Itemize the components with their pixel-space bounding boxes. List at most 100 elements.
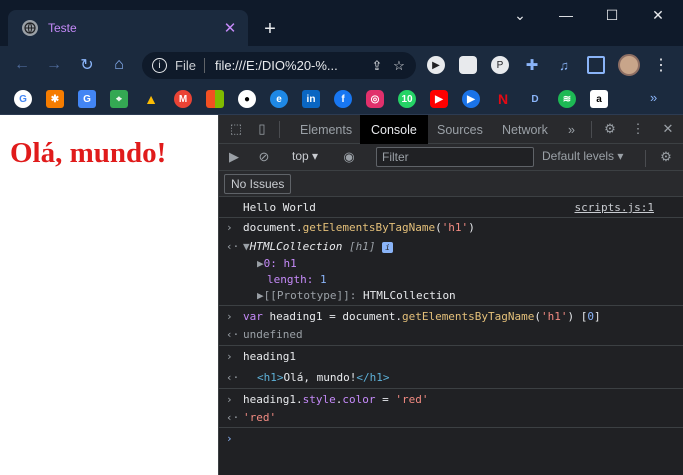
instagram-bookmark-icon[interactable]: ◎ bbox=[366, 90, 384, 108]
input-chevron-icon: › bbox=[226, 393, 233, 406]
log-message: Hello World bbox=[243, 201, 316, 214]
issues-button[interactable]: No Issues bbox=[224, 174, 292, 194]
maps-bookmark-icon[interactable]: ⌖ bbox=[110, 90, 128, 108]
extension-icon[interactable] bbox=[459, 56, 477, 74]
microsoft-bookmark-icon[interactable] bbox=[206, 90, 224, 108]
page-viewport: Olá, mundo! bbox=[0, 115, 218, 475]
tab-elements[interactable]: Elements bbox=[289, 115, 363, 144]
console-result-row: ‹· ▼HTMLCollection [h1] i ▶0: h1 length:… bbox=[219, 238, 683, 306]
disney-bookmark-icon[interactable]: D bbox=[526, 90, 544, 108]
tab-network[interactable]: Network bbox=[491, 115, 559, 144]
console-input-row: › heading1 bbox=[219, 347, 683, 367]
console-result-row: ‹· undefined bbox=[219, 326, 683, 346]
tango-bookmark-icon[interactable]: ✱ bbox=[46, 90, 64, 108]
browser-toolbar: ← → ↻ ⌂ i File file:///E:/DIO%20-%... ⇪ … bbox=[0, 46, 683, 84]
input-chevron-icon: › bbox=[226, 221, 233, 234]
bookmark-star-icon[interactable]: ☆ bbox=[388, 55, 410, 77]
pinterest-extension-icon[interactable]: P bbox=[491, 56, 509, 74]
share-icon[interactable]: ⇪ bbox=[366, 55, 388, 77]
linkedin-bookmark-icon[interactable]: in bbox=[302, 90, 320, 108]
forward-icon[interactable]: → bbox=[42, 53, 66, 77]
result-arrow-icon: ‹· bbox=[226, 411, 240, 424]
globe-icon bbox=[22, 20, 38, 36]
more-tabs-icon[interactable]: » bbox=[557, 115, 586, 144]
divider bbox=[279, 121, 280, 138]
console-input-row: › heading1.style.color = 'red' bbox=[219, 390, 683, 409]
facebook-bookmark-icon[interactable]: f bbox=[334, 90, 352, 108]
collection-summary[interactable]: ▼HTMLCollection [h1] i bbox=[243, 240, 394, 253]
filter-input[interactable]: Filter bbox=[376, 147, 534, 167]
context-selector[interactable]: top ▾ bbox=[292, 149, 318, 163]
console-input-row: › document.getElementsByTagName('h1') bbox=[219, 218, 683, 238]
command-text: document.getElementsByTagName('h1') bbox=[243, 221, 475, 234]
divider bbox=[591, 121, 592, 138]
scheme-label: File bbox=[175, 58, 205, 73]
tab-title: Teste bbox=[48, 21, 77, 35]
info-icon[interactable]: i bbox=[152, 58, 167, 73]
log-source-link[interactable]: scripts.js:1 bbox=[575, 201, 654, 214]
result-value: undefined bbox=[243, 328, 303, 341]
title-bar: Teste ✕ + ⌄ — ☐ ✕ bbox=[0, 0, 683, 46]
close-window-button[interactable]: ✕ bbox=[638, 4, 678, 26]
console-log-row: Hello World scripts.js:1 bbox=[219, 197, 683, 218]
console-input-row: › var heading1 = document.getElementsByT… bbox=[219, 307, 683, 326]
address-bar[interactable]: i File file:///E:/DIO%20-%... ⇪ ☆ bbox=[142, 52, 416, 79]
result-arrow-icon: ‹· bbox=[226, 240, 240, 253]
tab-sources[interactable]: Sources bbox=[426, 115, 494, 144]
eye-icon[interactable]: ◉ bbox=[340, 148, 358, 166]
github-bookmark-icon[interactable]: ● bbox=[238, 90, 256, 108]
sidebar-toggle-icon[interactable]: ▶ bbox=[225, 148, 243, 166]
more-bookmarks-icon[interactable]: » bbox=[650, 90, 657, 105]
devtools-panel: ⬚ ▯ Elements Console Sources Network » ⚙… bbox=[218, 115, 683, 475]
inspect-element-icon[interactable]: ⬚ bbox=[227, 120, 245, 138]
element-node[interactable]: <h1>Olá, mundo!</h1> bbox=[257, 371, 389, 384]
whatsapp-bookmark-icon[interactable]: 10 bbox=[398, 90, 416, 108]
tab-search-button[interactable]: ⌄ bbox=[500, 4, 540, 26]
collection-item[interactable]: ▶0: h1 bbox=[257, 257, 297, 270]
back-icon[interactable]: ← bbox=[10, 53, 34, 77]
issues-bar: No Issues bbox=[219, 171, 683, 197]
console-output: Hello World scripts.js:1 › document.getE… bbox=[219, 197, 683, 475]
media-extension-icon[interactable]: ▶ bbox=[427, 56, 445, 74]
youtube-bookmark-icon[interactable]: ▶ bbox=[430, 90, 448, 108]
profile-avatar[interactable] bbox=[618, 54, 640, 76]
info-badge-icon: i bbox=[382, 241, 394, 253]
console-prompt[interactable]: › bbox=[219, 429, 683, 475]
side-panel-icon[interactable] bbox=[587, 56, 605, 74]
clear-console-icon[interactable]: ⊘ bbox=[255, 148, 273, 166]
video-bookmark-icon[interactable]: ▶ bbox=[462, 90, 480, 108]
bookmarks-bar: G ✱ G ⌖ ▲ M ● e in f ◎ 10 ▶ ▶ N D ≋ a » bbox=[0, 84, 683, 115]
reload-icon[interactable]: ↻ bbox=[75, 53, 99, 77]
console-settings-icon[interactable]: ⚙ bbox=[657, 148, 675, 166]
netflix-bookmark-icon[interactable]: N bbox=[494, 90, 512, 108]
menu-dots-icon[interactable]: ⋮ bbox=[652, 54, 670, 76]
device-toolbar-icon[interactable]: ▯ bbox=[253, 120, 271, 138]
close-devtools-icon[interactable]: ✕ bbox=[659, 120, 677, 138]
media-queue-icon[interactable]: ♫ bbox=[555, 56, 573, 74]
edge-bookmark-icon[interactable]: e bbox=[270, 90, 288, 108]
prompt-chevron-icon: › bbox=[226, 432, 233, 445]
new-tab-button[interactable]: + bbox=[258, 17, 282, 41]
drive-bookmark-icon[interactable]: ▲ bbox=[142, 90, 160, 108]
home-icon[interactable]: ⌂ bbox=[107, 53, 131, 77]
gmail-bookmark-icon[interactable]: M bbox=[174, 90, 192, 108]
settings-icon[interactable]: ⚙ bbox=[601, 120, 619, 138]
more-options-icon[interactable]: ⋮ bbox=[629, 120, 647, 138]
collection-length: length: 1 bbox=[267, 273, 327, 286]
puzzle-extensions-icon[interactable]: ✚ bbox=[523, 56, 541, 74]
browser-tab[interactable]: Teste ✕ bbox=[8, 10, 248, 46]
google-bookmark-icon[interactable]: G bbox=[14, 90, 32, 108]
amazon-bookmark-icon[interactable]: a bbox=[590, 90, 608, 108]
maximize-button[interactable]: ☐ bbox=[592, 4, 632, 26]
page-heading: Olá, mundo! bbox=[10, 137, 167, 169]
spotify-bookmark-icon[interactable]: ≋ bbox=[558, 90, 576, 108]
collection-prototype[interactable]: ▶[[Prototype]]: HTMLCollection bbox=[257, 289, 456, 302]
input-chevron-icon: › bbox=[226, 350, 233, 363]
tab-console[interactable]: Console bbox=[360, 115, 428, 144]
console-toolbar: ▶ ⊘ top ▾ ◉ Filter Default levels ▾ ⚙ bbox=[219, 144, 683, 171]
minimize-button[interactable]: — bbox=[546, 4, 586, 26]
close-tab-icon[interactable]: ✕ bbox=[220, 18, 240, 38]
translate-bookmark-icon[interactable]: G bbox=[78, 90, 96, 108]
url-text[interactable]: file:///E:/DIO%20-%... bbox=[215, 58, 366, 73]
log-levels-dropdown[interactable]: Default levels ▾ bbox=[542, 149, 623, 163]
